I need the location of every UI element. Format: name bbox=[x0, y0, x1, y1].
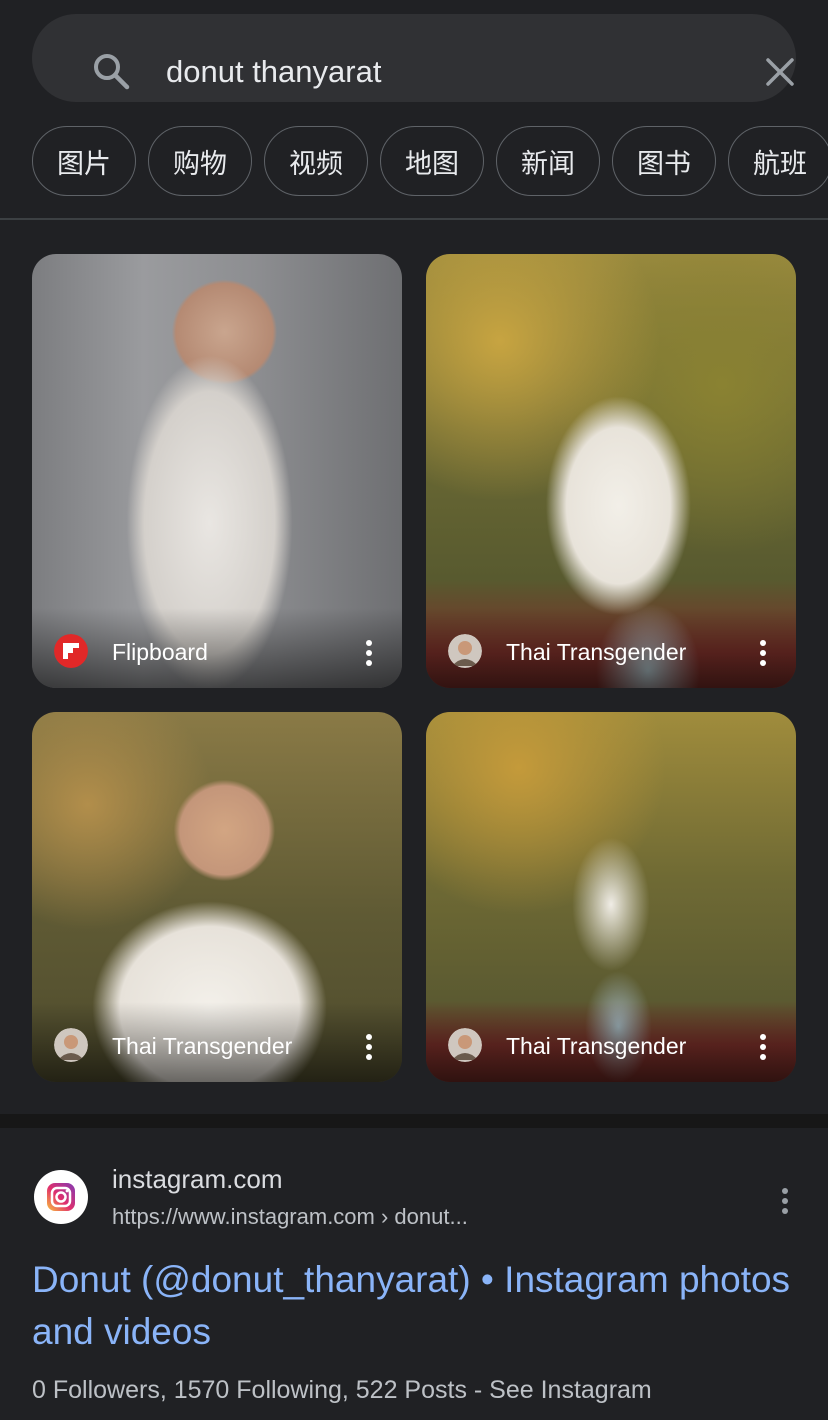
chip-flights[interactable]: 航班 bbox=[728, 126, 828, 196]
chip-images[interactable]: 图片 bbox=[32, 126, 136, 196]
more-options-icon[interactable] bbox=[750, 638, 776, 668]
image-result-1[interactable]: Flipboard bbox=[32, 254, 402, 688]
source-label: Thai Transgender bbox=[506, 1033, 687, 1059]
close-icon[interactable] bbox=[760, 52, 800, 92]
divider bbox=[0, 218, 828, 220]
chip-news[interactable]: 新闻 bbox=[496, 126, 600, 196]
avatar bbox=[448, 634, 482, 668]
filter-chips: 图片 购物 视频 地图 新闻 图书 航班 bbox=[0, 126, 828, 198]
more-options-icon[interactable] bbox=[356, 638, 382, 668]
search-input[interactable]: donut thanyarat bbox=[166, 52, 381, 92]
image-result-3[interactable]: Thai Transgender bbox=[32, 712, 402, 1082]
chip-shopping[interactable]: 购物 bbox=[148, 126, 252, 196]
image-result-2[interactable]: Thai Transgender bbox=[426, 254, 796, 688]
source-label: Thai Transgender bbox=[112, 1033, 293, 1059]
search-icon[interactable] bbox=[92, 52, 132, 92]
avatar bbox=[54, 1028, 88, 1062]
avatar bbox=[448, 1028, 482, 1062]
more-options-icon[interactable] bbox=[772, 1186, 798, 1216]
search-bar[interactable]: donut thanyarat bbox=[32, 14, 796, 102]
result-title-link[interactable]: Donut (@donut_thanyarat) • Instagram pho… bbox=[32, 1254, 792, 1358]
source-label: Flipboard bbox=[112, 639, 208, 665]
result-url: https://www.instagram.com › donut... bbox=[112, 1204, 468, 1229]
chip-books[interactable]: 图书 bbox=[612, 126, 716, 196]
flipboard-icon bbox=[54, 634, 88, 668]
more-options-icon[interactable] bbox=[750, 1032, 776, 1062]
result-site-name: instagram.com bbox=[112, 1164, 283, 1194]
result-snippet: 0 Followers, 1570 Following, 522 Posts -… bbox=[32, 1376, 652, 1404]
chip-videos[interactable]: 视频 bbox=[264, 126, 368, 196]
more-options-icon[interactable] bbox=[356, 1032, 382, 1062]
chip-maps[interactable]: 地图 bbox=[380, 126, 484, 196]
section-divider bbox=[0, 1114, 828, 1128]
image-result-4[interactable]: Thai Transgender bbox=[426, 712, 796, 1082]
instagram-icon bbox=[34, 1170, 88, 1224]
source-label: Thai Transgender bbox=[506, 639, 687, 665]
